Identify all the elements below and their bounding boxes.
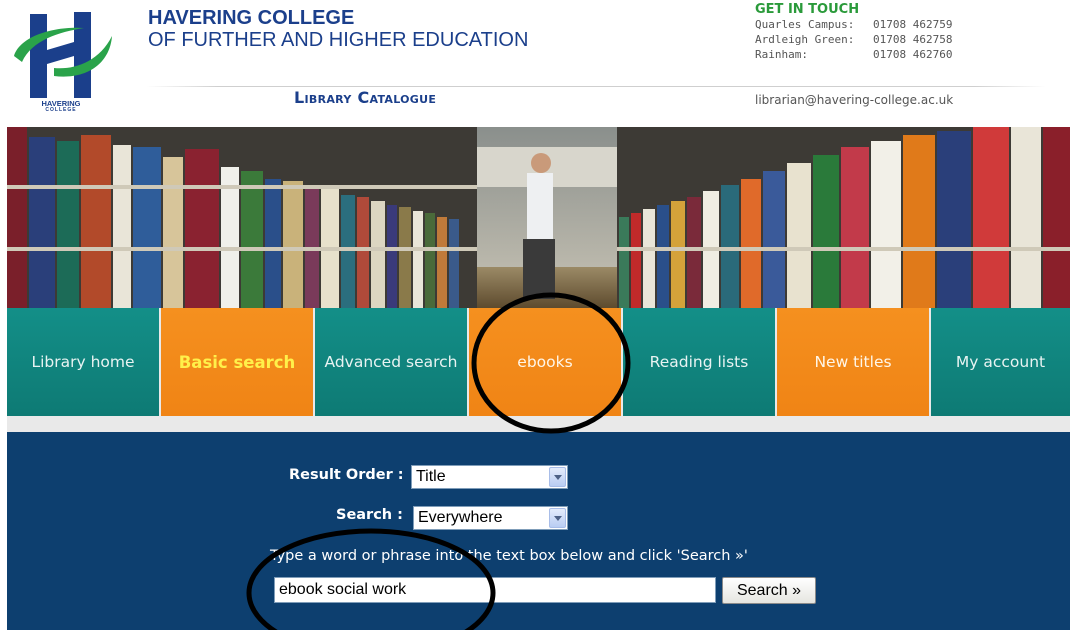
contact-phone: 01708 462760 (873, 48, 953, 61)
page-title: Library Catalogue (294, 88, 437, 107)
contact-phone: 01708 462758 (873, 33, 953, 46)
search-scope-label: Search : (336, 507, 403, 523)
chevron-down-icon[interactable] (549, 508, 566, 528)
search-scope-select[interactable]: Everywhere (413, 506, 568, 530)
nav-bottom-strip (7, 416, 1070, 432)
search-button[interactable]: Search » (722, 577, 816, 604)
logo-caption-line2: COLLEGE (45, 107, 77, 113)
nav-library-home[interactable]: Library home (7, 308, 159, 416)
chevron-down-icon[interactable] (549, 467, 566, 487)
contact-block: GET IN TOUCH Quarles Campus: 01708 46275… (755, 2, 952, 62)
contact-row: Ardleigh Green: 01708 462758 (755, 32, 952, 47)
college-name-line1: HAVERING COLLEGE (148, 7, 355, 29)
library-banner-image (7, 127, 1070, 308)
nav-basic-search[interactable]: Basic search (161, 308, 313, 416)
search-scope-value: Everywhere (418, 509, 503, 526)
college-name: HAVERING COLLEGE OF FURTHER AND HIGHER E… (148, 8, 528, 52)
site-header: HAVERING COLLEGE HAVERING COLLEGE OF FUR… (0, 0, 1070, 127)
result-order-select[interactable]: Title (411, 465, 568, 489)
nav-reading-lists[interactable]: Reading lists (623, 308, 775, 416)
nav-new-titles[interactable]: New titles (777, 308, 929, 416)
main-navigation: Library home Basic search Advanced searc… (7, 308, 1070, 416)
college-name-line2: OF FURTHER AND HIGHER EDUCATION (148, 29, 529, 51)
result-order-value: Title (416, 468, 446, 485)
contact-heading: GET IN TOUCH (755, 2, 860, 17)
nav-my-account[interactable]: My account (931, 308, 1070, 416)
logo-caption: HAVERING COLLEGE (30, 100, 92, 114)
contact-phone: 01708 462759 (873, 18, 953, 31)
contact-label: Ardleigh Green: (755, 33, 855, 46)
contact-label: Rainham: (755, 48, 808, 61)
logo-caption-line1: HAVERING (41, 99, 81, 108)
result-order-label: Result Order : (289, 467, 404, 483)
librarian-email-link[interactable]: librarian@havering-college.ac.uk (755, 93, 953, 107)
contact-row: Rainham: 01708 462760 (755, 47, 952, 62)
contact-row: Quarles Campus: 01708 462759 (755, 17, 952, 32)
search-input[interactable]: ebook social work (274, 577, 716, 603)
search-instructions: Type a word or phrase into the text box … (270, 548, 748, 564)
nav-ebooks[interactable]: ebooks (469, 308, 621, 416)
header-divider (146, 86, 1046, 87)
bookshelves-photo-icon (7, 127, 1070, 308)
nav-advanced-search[interactable]: Advanced search (315, 308, 467, 416)
contact-label: Quarles Campus: (755, 18, 855, 31)
logo-h-mark-icon (14, 12, 112, 98)
